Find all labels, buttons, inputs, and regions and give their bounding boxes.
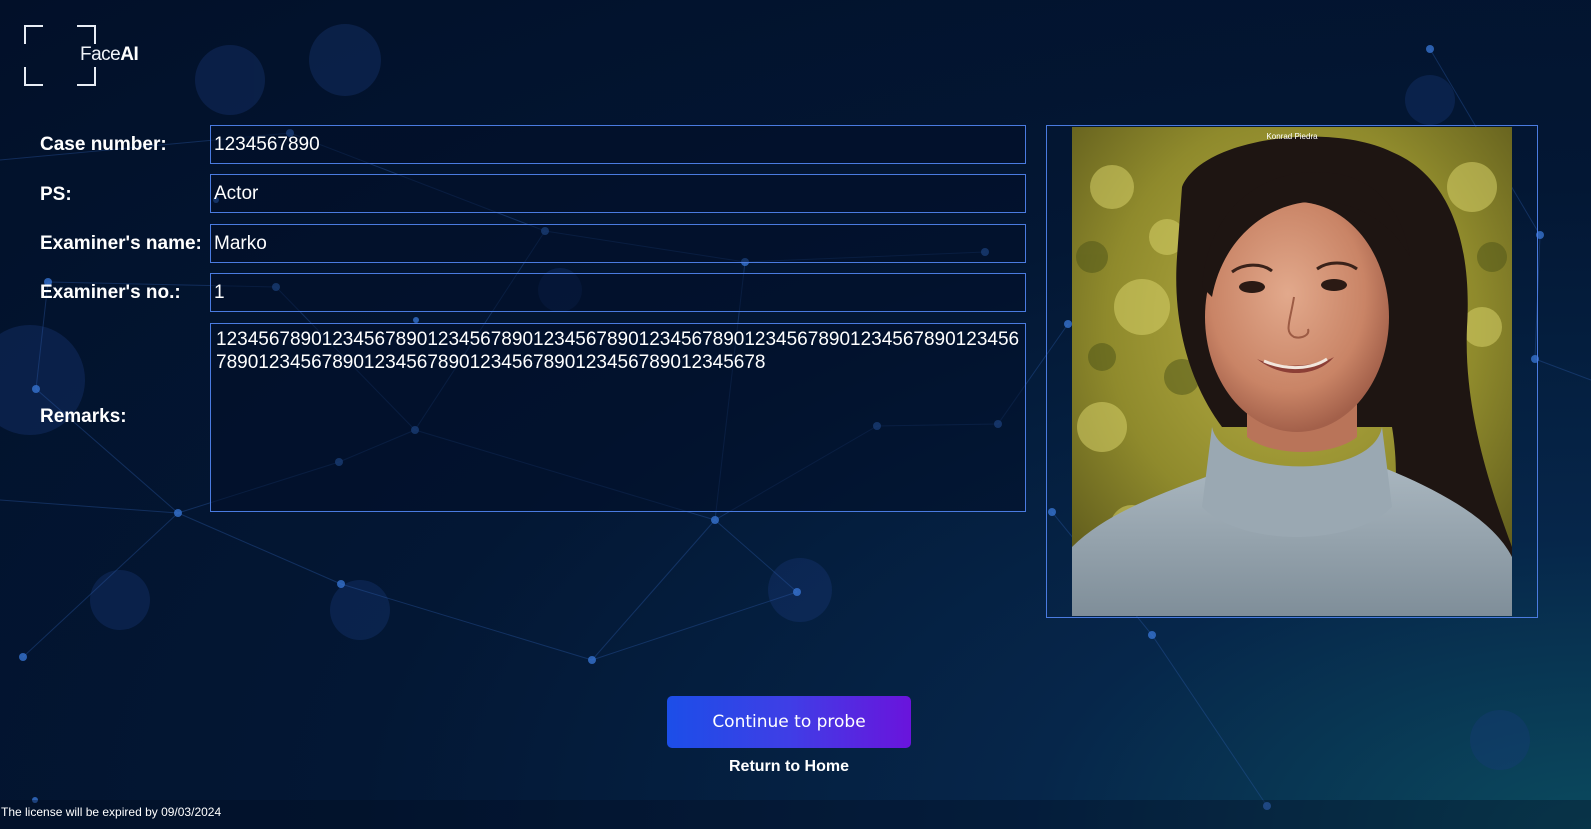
examiner-no-label: Examiner's no.:	[40, 282, 181, 303]
logo-corner-bottom-right	[77, 67, 96, 86]
footer-bar	[0, 800, 1591, 829]
examiner-name-label: Examiner's name:	[40, 233, 202, 254]
logo-text-bold: AI	[120, 44, 139, 65]
logo-corner-top-right	[77, 25, 96, 44]
remarks-label: Remarks:	[40, 406, 127, 427]
photo-caption: Konrad Piedra	[1266, 132, 1318, 141]
ps-input[interactable]	[210, 174, 1026, 213]
logo-text-light: Face	[80, 44, 121, 65]
portrait-image	[1072, 127, 1512, 616]
remarks-textarea[interactable]: 1234567890123456789012345678901234567890…	[210, 323, 1026, 512]
app-logo: FaceAI	[80, 44, 139, 66]
examiner-no-input[interactable]	[210, 273, 1026, 312]
return-to-home-link[interactable]: Return to Home	[667, 758, 911, 776]
continue-to-probe-button[interactable]: Continue to probe	[667, 696, 911, 748]
examiner-name-input[interactable]	[210, 224, 1026, 263]
logo-corner-top-left	[24, 25, 43, 44]
logo-corner-bottom-left	[24, 67, 43, 86]
probe-photo[interactable]: Konrad Piedra	[1072, 127, 1512, 616]
license-notice: The license will be expired by 09/03/202…	[1, 805, 222, 819]
case-number-label: Case number:	[40, 134, 167, 155]
ps-label: PS:	[40, 184, 72, 205]
case-number-input[interactable]	[210, 125, 1026, 164]
